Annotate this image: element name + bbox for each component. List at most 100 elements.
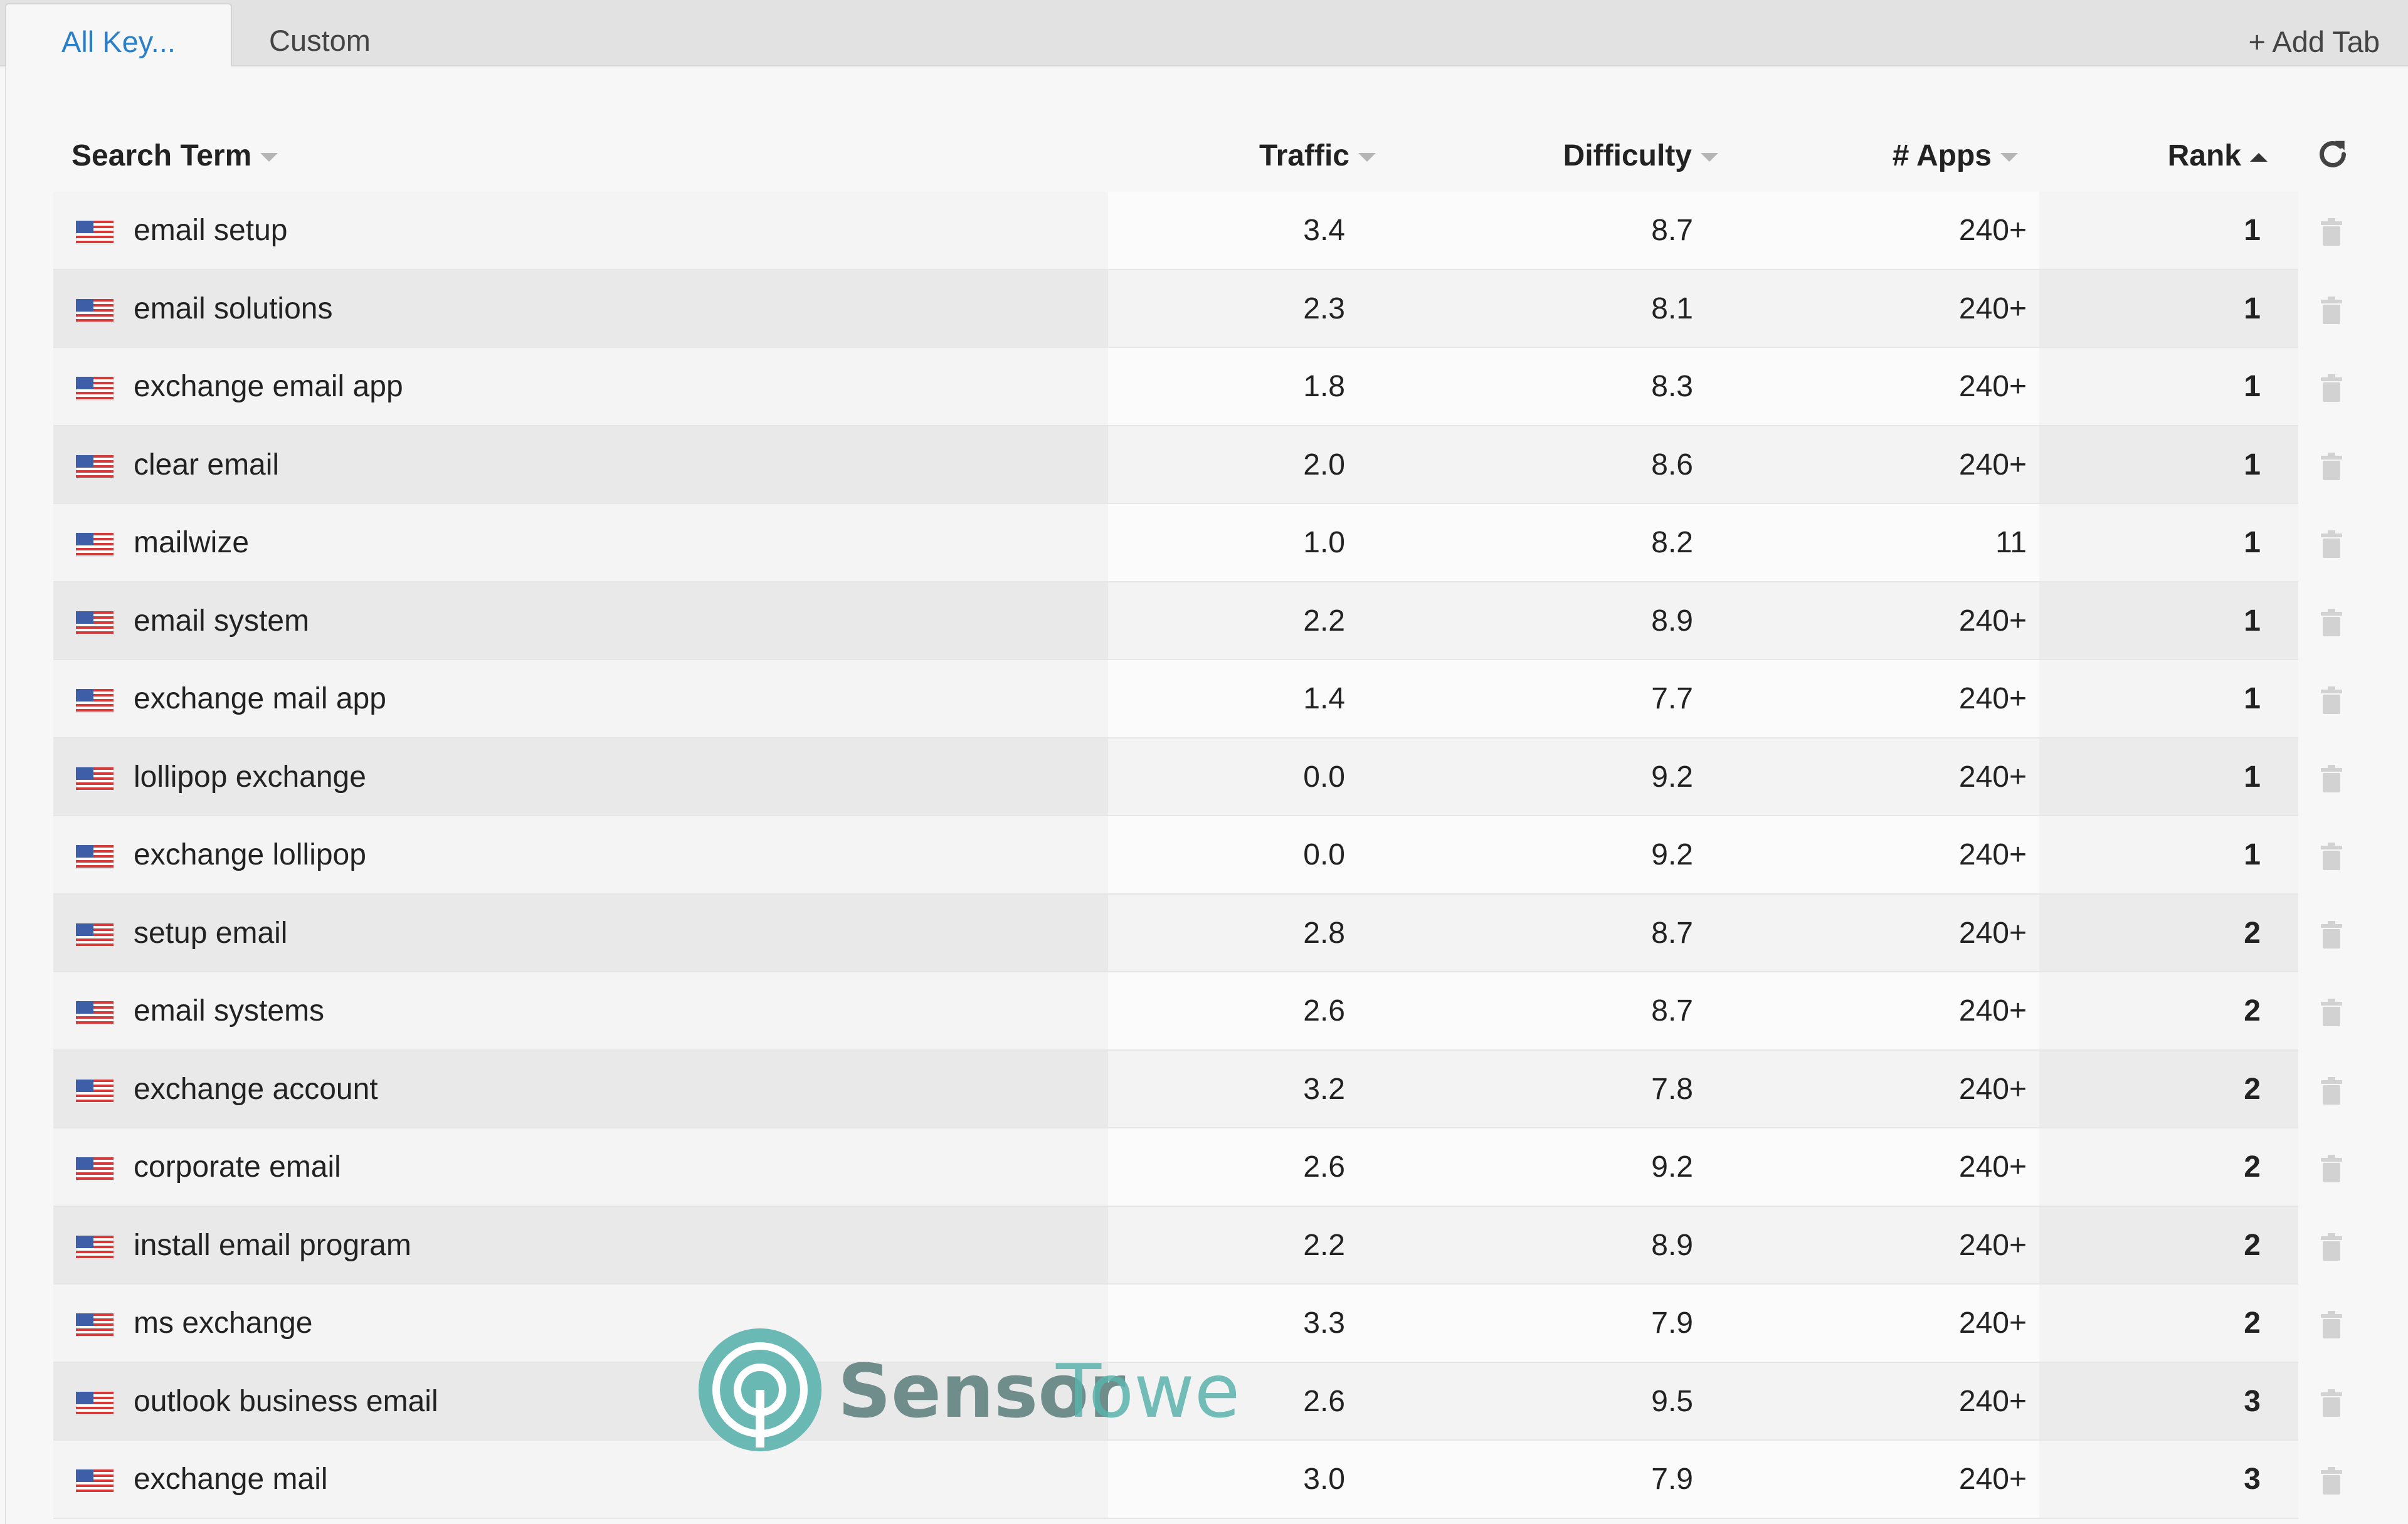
apps-count: 240+	[1958, 214, 2027, 247]
row-bg	[1108, 426, 2039, 503]
apps-count: 240+	[1958, 994, 2027, 1027]
trash-icon[interactable]	[2320, 608, 2343, 636]
trash-icon[interactable]	[2320, 1311, 2343, 1338]
rank-value: 1	[2244, 682, 2261, 715]
us-flag-icon	[76, 1235, 114, 1259]
us-flag-icon	[76, 221, 114, 244]
us-flag-icon	[76, 1391, 114, 1416]
table-row[interactable]: email solutions 2.3 8.1 240+ 1	[53, 270, 2342, 348]
watermark-brand-part2: Tower	[1055, 1348, 1245, 1434]
search-term: install email program	[134, 1228, 411, 1262]
trash-icon[interactable]	[2320, 218, 2343, 246]
trash-icon[interactable]	[2320, 1076, 2343, 1105]
trash-icon[interactable]	[2320, 920, 2343, 949]
table-row[interactable]: install email program 2.2 8.9 240+ 2	[53, 1206, 2342, 1285]
trash-icon[interactable]	[2320, 374, 2343, 402]
search-term: exchange mail app	[134, 682, 386, 715]
rank-value: 2	[2244, 994, 2261, 1027]
table-row[interactable]: corporate email 2.6 9.2 240+ 2	[53, 1128, 2342, 1207]
difficulty-value: 8.1	[1651, 292, 1693, 325]
search-term: email setup	[134, 214, 288, 247]
difficulty-value: 8.2	[1651, 526, 1693, 559]
trash-icon[interactable]	[2320, 1467, 2343, 1495]
traffic-value: 2.6	[1303, 994, 1345, 1027]
difficulty-value: 7.9	[1651, 1463, 1693, 1496]
difficulty-value: 9.5	[1651, 1384, 1693, 1418]
refresh-icon[interactable]	[2314, 135, 2352, 173]
traffic-value: 1.0	[1303, 526, 1345, 559]
row-bg	[1108, 1362, 2039, 1439]
row-bg	[1108, 972, 2039, 1049]
row-bg	[1108, 504, 2039, 581]
table-row[interactable]: clear email 2.0 8.6 240+ 1	[53, 426, 2342, 504]
search-term: email solutions	[134, 292, 333, 325]
us-flag-icon	[76, 377, 114, 401]
sensortower-watermark: Sensor Tower	[699, 1328, 1245, 1451]
row-bg	[1108, 348, 2039, 425]
apps-count: 240+	[1958, 1384, 2027, 1418]
us-flag-icon	[76, 298, 114, 323]
table-row[interactable]: exchange mail app 1.4 7.7 240+ 1	[53, 660, 2342, 738]
us-flag-icon	[76, 767, 114, 791]
trash-icon[interactable]	[2320, 1389, 2343, 1417]
trash-icon[interactable]	[2320, 999, 2343, 1026]
traffic-value: 3.0	[1303, 1463, 1345, 1496]
rank-value: 2	[2244, 916, 2261, 950]
table-row[interactable]: lollipop exchange 0.0 9.2 240+ 1	[53, 738, 2342, 816]
column-header-apps[interactable]: # Apps	[1893, 134, 2018, 178]
trash-icon[interactable]	[2320, 1232, 2343, 1261]
table-row[interactable]: email systems 2.6 8.7 240+ 2	[53, 972, 2342, 1051]
tab-all-keywords[interactable]: All Key...	[5, 3, 232, 68]
search-term: ms exchange	[134, 1306, 313, 1340]
sort-caret-down-icon	[1358, 153, 1376, 162]
us-flag-icon	[76, 1079, 114, 1103]
trash-icon[interactable]	[2320, 686, 2343, 714]
keywords-panel: Search Term Traffic Difficulty # Apps Ra…	[5, 66, 2408, 1524]
trash-icon[interactable]	[2320, 452, 2343, 480]
row-bg	[1108, 1050, 2039, 1127]
column-header-difficulty[interactable]: Difficulty	[1563, 134, 1718, 178]
traffic-value: 2.2	[1303, 604, 1345, 638]
table-row[interactable]: setup email 2.8 8.7 240+ 2	[53, 894, 2342, 972]
trash-icon[interactable]	[2320, 1155, 2343, 1182]
traffic-value: 3.4	[1303, 214, 1345, 247]
trash-icon[interactable]	[2320, 764, 2343, 792]
trash-icon[interactable]	[2320, 530, 2343, 558]
rank-value: 3	[2244, 1463, 2261, 1496]
apps-count: 240+	[1958, 292, 2027, 325]
traffic-value: 3.2	[1303, 1072, 1345, 1106]
search-term: mailwize	[134, 526, 250, 559]
table-row[interactable]: email system 2.2 8.9 240+ 1	[53, 582, 2342, 660]
rank-value: 2	[2244, 1306, 2261, 1340]
table-row[interactable]: exchange lollipop 0.0 9.2 240+ 1	[53, 816, 2342, 895]
apps-count: 240+	[1958, 760, 2027, 794]
table-row[interactable]: exchange account 3.2 7.8 240+ 2	[53, 1050, 2342, 1128]
column-header-search-term[interactable]: Search Term	[71, 134, 278, 178]
rank-value: 1	[2244, 760, 2261, 794]
table-row[interactable]: exchange email app 1.8 8.3 240+ 1	[53, 348, 2342, 426]
difficulty-value: 8.7	[1651, 916, 1693, 950]
rank-value: 1	[2244, 292, 2261, 325]
row-bg	[1108, 894, 2039, 971]
row-bg	[1108, 1285, 2039, 1362]
tab-custom[interactable]: Custom	[238, 3, 401, 66]
column-header-traffic[interactable]: Traffic	[1259, 134, 1376, 178]
row-bg	[1108, 192, 2039, 269]
table-row[interactable]: mailwize 1.0 8.2 11 1	[53, 504, 2342, 582]
table-row[interactable]: email setup 3.4 8.7 240+ 1	[53, 192, 2342, 270]
sort-caret-down-icon	[260, 153, 278, 162]
sort-caret-down-icon	[1701, 153, 1718, 162]
apps-count: 240+	[1958, 1306, 2027, 1340]
column-header-rank[interactable]: Rank	[2168, 134, 2268, 178]
search-term: lollipop exchange	[134, 760, 366, 794]
sort-caret-down-icon	[2000, 153, 2018, 162]
us-flag-icon	[76, 845, 114, 869]
row-bg	[1108, 1128, 2039, 1206]
us-flag-icon	[76, 1469, 114, 1493]
rank-value: 1	[2244, 526, 2261, 559]
search-term: email system	[134, 604, 310, 638]
row-bg	[1108, 1206, 2039, 1283]
us-flag-icon	[76, 533, 114, 557]
trash-icon[interactable]	[2320, 843, 2343, 870]
trash-icon[interactable]	[2320, 296, 2343, 324]
